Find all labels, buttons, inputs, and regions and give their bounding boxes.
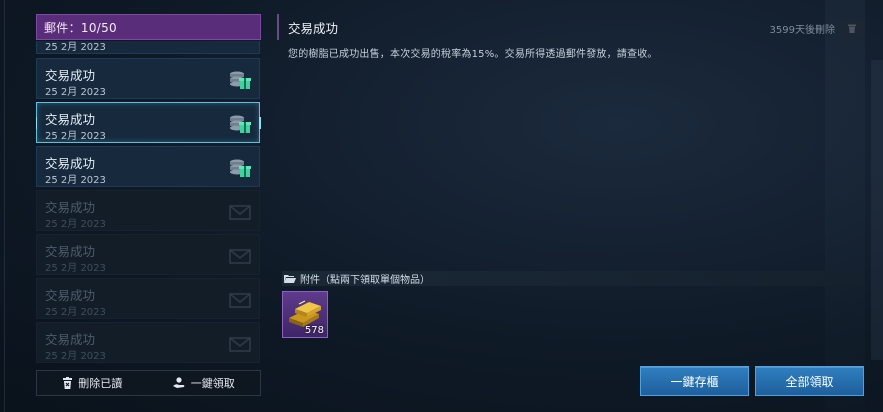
trash-icon: [848, 24, 856, 33]
mail-item[interactable]: 交易成功 25 2月 2023: [36, 102, 261, 143]
store-all-button[interactable]: 一鍵存櫃: [640, 366, 749, 396]
mail-detail-title: 交易成功: [288, 20, 339, 36]
background-divider: [4, 0, 5, 412]
claim-all-button[interactable]: 全部領取: [755, 366, 864, 396]
mail-date: 25 2月 2023: [45, 42, 106, 53]
mail-list-panel: 郵件：10/50 25 2月 2023 交易成功 25 2月 2023 交易成功 25…: [36, 14, 261, 396]
mail-date: 25 2月 2023: [45, 87, 106, 98]
claim-all-mail-button[interactable]: 一鍵領取: [172, 375, 235, 391]
mail-count-label: 郵件：10/50: [44, 20, 117, 35]
delete-read-button[interactable]: 刪除已讀: [62, 375, 122, 391]
mail-title: 交易成功: [45, 288, 96, 303]
mail-date: 25 2月 2023: [45, 351, 106, 362]
mail-date: 25 2月 2023: [45, 131, 106, 142]
mail-title: 交易成功: [45, 112, 96, 127]
attachment-header: 附件（點兩下領取單個物品）: [282, 271, 864, 286]
background-pillar-edge: [871, 60, 883, 360]
store-all-label: 一鍵存櫃: [670, 374, 719, 389]
expire-text: 3599天後刪除: [769, 24, 835, 36]
mail-title: 交易成功: [45, 156, 96, 171]
hand-gift-icon: [172, 377, 185, 388]
mail-detail-header: 交易成功 3599天後刪除: [277, 14, 863, 40]
envelope-icon: [229, 337, 251, 352]
attachment-header-label: 附件（點兩下領取單個物品）: [300, 275, 430, 286]
delete-read-label: 刪除已讀: [78, 377, 123, 390]
envelope-icon: [229, 293, 251, 308]
claim-all-button-label: 全部領取: [785, 374, 834, 389]
coins-gift-icon: [230, 115, 251, 133]
mail-date: 25 2月 2023: [45, 263, 106, 274]
envelope-icon: [229, 205, 251, 220]
folder-open-icon: [284, 275, 296, 283]
mail-count-header: 郵件：10/50: [36, 14, 261, 40]
mail-item[interactable]: 交易成功 25 2月 2023: [36, 58, 260, 99]
claim-all-label: 一鍵領取: [190, 377, 235, 390]
coins-gift-icon: [229, 41, 251, 56]
mail-body-text: 您的樹脂已成功出售，本次交易的稅率為15%。交易所得透過郵件發放，請查收。: [288, 49, 658, 60]
mail-title: 交易成功: [45, 332, 96, 347]
trash-icon: [63, 377, 73, 389]
mail-date: 25 2月 2023: [45, 307, 106, 318]
mail-list[interactable]: 25 2月 2023 交易成功 25 2月 2023 交易成功 25 2月 2023 交…: [36, 41, 261, 364]
envelope-icon: [229, 249, 251, 264]
coins-gift-icon: [230, 159, 251, 177]
mail-date: 25 2月 2023: [45, 175, 106, 186]
mail-item[interactable]: 交易成功 25 2月 2023: [36, 234, 260, 275]
mail-item[interactable]: 交易成功 25 2月 2023: [36, 322, 260, 363]
mail-title: 交易成功: [45, 68, 96, 83]
attachment-count: 578: [304, 325, 324, 336]
mail-actions-bar: 刪除已讀 一鍵領取: [36, 370, 261, 396]
expire-info: 3599天後刪除: [770, 20, 863, 36]
mail-item[interactable]: 交易成功 25 2月 2023: [36, 278, 260, 319]
mail-item[interactable]: 交易成功 25 2月 2023: [36, 190, 260, 231]
mail-title: 交易成功: [45, 200, 96, 215]
attachment-item[interactable]: 578: [282, 291, 328, 338]
delete-mail-button[interactable]: [841, 20, 863, 36]
coins-gift-icon: [230, 71, 251, 89]
mail-item[interactable]: 交易成功 25 2月 2023: [36, 146, 260, 187]
mail-date: 25 2月 2023: [45, 219, 106, 230]
mail-title: 交易成功: [45, 244, 96, 259]
background-pillar: [825, 0, 865, 412]
mail-item-partial[interactable]: 25 2月 2023: [36, 41, 260, 54]
